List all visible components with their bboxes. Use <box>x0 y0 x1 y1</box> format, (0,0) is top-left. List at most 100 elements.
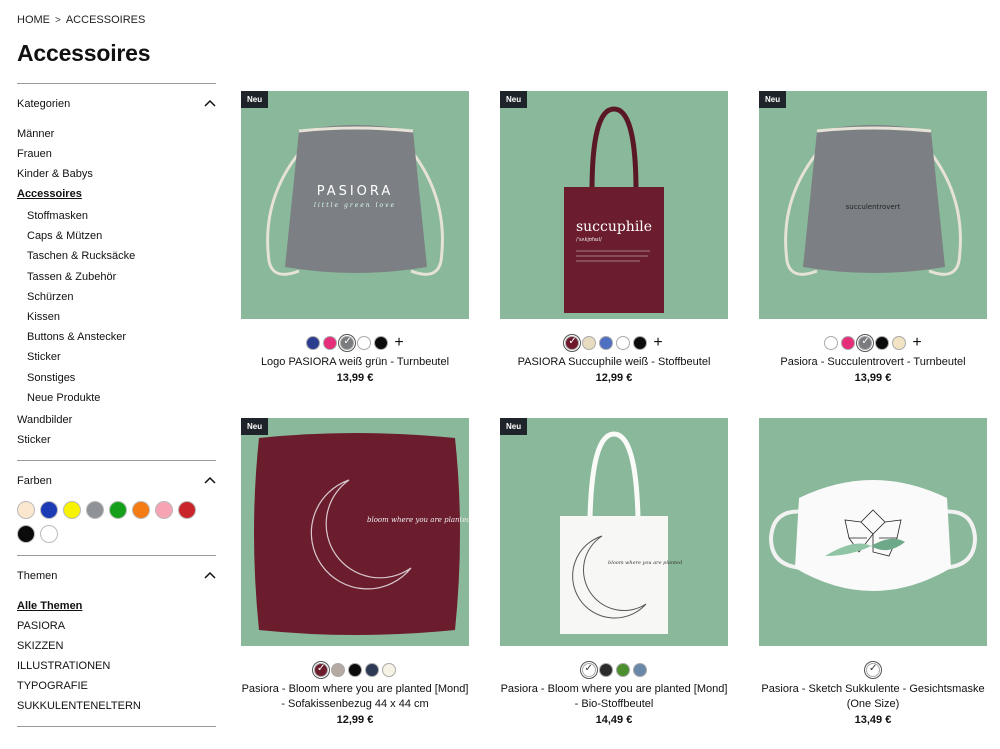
product-image[interactable]: succuphile /ˈsʌkjʊfaɪl/ Neu <box>500 91 728 319</box>
product-card[interactable]: bloom where you are planted Neu Pasiora … <box>241 418 469 726</box>
product-color-option[interactable] <box>599 336 614 350</box>
color-filter-swatch[interactable] <box>155 500 173 519</box>
product-color-option[interactable] <box>824 336 839 350</box>
product-color-option[interactable] <box>616 336 631 350</box>
color-options: + <box>500 333 728 353</box>
subcategory-item[interactable]: Kissen <box>27 307 216 327</box>
product-card[interactable]: succuphile /ˈsʌkjʊfaɪl/ Neu + PASIORA Su… <box>500 91 728 384</box>
product-color-option[interactable] <box>598 663 613 677</box>
color-filter-swatch[interactable] <box>63 500 81 519</box>
category-item[interactable]: Frauen <box>17 144 216 164</box>
color-filter-swatch[interactable] <box>132 500 150 519</box>
subcategory-item[interactable]: Sticker <box>27 347 216 367</box>
theme-item[interactable]: SKIZZEN <box>17 636 216 656</box>
product-color-option[interactable] <box>340 336 355 350</box>
print-title: succulentrovert <box>846 203 901 211</box>
product-name[interactable]: Logo PASIORA weiß grün - Turnbeutel <box>241 355 469 370</box>
subcategory-item[interactable]: Tassen & Zubehör <box>27 267 216 287</box>
theme-item[interactable]: TYPOGRAFIE <box>17 676 216 696</box>
subcategory-item[interactable]: Buttons & Anstecker <box>27 327 216 347</box>
category-item[interactable]: Männer <box>17 124 216 144</box>
color-filter-swatch[interactable] <box>17 500 35 519</box>
product-color-option[interactable] <box>858 336 873 350</box>
product-image[interactable]: succulentrovert Neu <box>759 91 987 319</box>
product-image[interactable]: PASIORA little green love Neu <box>241 91 469 319</box>
product-color-option[interactable] <box>565 336 580 350</box>
color-filter-swatch[interactable] <box>86 500 104 519</box>
kategorien-header[interactable]: Kategorien <box>17 84 216 124</box>
product-color-option[interactable] <box>841 336 856 350</box>
product-color-option[interactable] <box>357 336 372 350</box>
product-card[interactable]: succulentrovert Neu + Pasiora - Succulen… <box>759 91 987 384</box>
category-item-active[interactable]: Accessoires <box>17 184 216 204</box>
subcategory-item[interactable]: Caps & Mützen <box>27 226 216 246</box>
product-card[interactable]: bloom where you are planted Neu Pasiora … <box>500 418 728 726</box>
new-badge: Neu <box>759 91 787 108</box>
print-title: PASIORA <box>317 184 394 199</box>
product-color-option[interactable] <box>382 663 396 677</box>
product-color-option[interactable] <box>331 663 345 677</box>
category-item[interactable]: Wandbilder <box>17 410 216 430</box>
product-color-option[interactable] <box>892 336 907 350</box>
breadcrumb-home[interactable]: HOME <box>17 14 50 26</box>
subcategory-item[interactable]: Schürzen <box>27 287 216 307</box>
subcategory-item[interactable]: Stoffmasken <box>27 206 216 226</box>
product-color-option[interactable] <box>314 663 328 677</box>
product-color-option[interactable] <box>866 663 880 677</box>
subcategory-list: Stoffmasken Caps & Mützen Taschen & Ruck… <box>17 206 216 408</box>
product-card[interactable]: PASIORA little green love Neu + Logo PAS… <box>241 91 469 384</box>
product-color-option[interactable] <box>306 336 321 350</box>
new-badge: Neu <box>500 91 528 108</box>
subcategory-item[interactable]: Taschen & Rucksäcke <box>27 246 216 266</box>
product-color-option[interactable] <box>615 663 630 677</box>
product-color-option[interactable] <box>323 336 338 350</box>
color-filter-swatch[interactable] <box>40 524 58 543</box>
product-color-option[interactable] <box>875 336 890 350</box>
product-name[interactable]: Pasiora - Succulentrovert - Turnbeutel <box>759 355 987 370</box>
product-name[interactable]: Pasiora - Sketch Sukkulente - Gesichtsma… <box>759 682 987 712</box>
more-colors-button[interactable]: + <box>653 335 662 351</box>
face-mask-image <box>768 480 978 591</box>
farben-header[interactable]: Farben <box>17 461 216 501</box>
gym-bag-image: succulentrovert <box>784 125 962 276</box>
breadcrumb-current[interactable]: ACCESSOIRES <box>66 14 145 26</box>
theme-item[interactable]: SUKKULENTENELTERN <box>17 696 216 716</box>
color-swatch-list <box>17 500 217 555</box>
product-color-option[interactable] <box>582 336 597 350</box>
print-title: bloom where you are planted <box>608 560 682 566</box>
product-color-option[interactable] <box>374 336 389 350</box>
tote-bag-image: bloom where you are planted <box>560 431 682 634</box>
product-color-option[interactable] <box>633 336 648 350</box>
color-options: + <box>759 333 987 353</box>
breadcrumb-separator: > <box>55 14 61 26</box>
color-filter-swatch[interactable] <box>17 524 35 543</box>
themen-header[interactable]: Themen <box>17 556 216 596</box>
product-name[interactable]: Pasiora - Bloom where you are planted [M… <box>500 682 728 712</box>
product-color-option[interactable] <box>348 663 362 677</box>
print-subtitle: little green love <box>314 202 396 209</box>
category-item[interactable]: Sticker <box>17 430 216 450</box>
theme-item-active[interactable]: Alle Themen <box>17 596 216 616</box>
product-card[interactable]: Pasiora - Sketch Sukkulente - Gesichtsma… <box>759 418 987 726</box>
product-color-option[interactable] <box>581 663 596 677</box>
product-image[interactable]: bloom where you are planted Neu <box>500 418 728 646</box>
more-colors-button[interactable]: + <box>394 335 403 351</box>
product-image[interactable] <box>759 418 987 646</box>
color-options <box>759 660 987 680</box>
product-color-option[interactable] <box>365 663 379 677</box>
product-price: 13,99 € <box>336 372 374 384</box>
subcategory-item[interactable]: Neue Produkte <box>27 388 216 408</box>
product-name[interactable]: PASIORA Succuphile weiß - Stoffbeutel <box>500 355 728 370</box>
tote-bag-image: succuphile /ˈsʌkjʊfaɪl/ <box>564 106 664 313</box>
more-colors-button[interactable]: + <box>912 335 921 351</box>
product-image[interactable]: bloom where you are planted Neu <box>241 418 469 646</box>
theme-item[interactable]: ILLUSTRATIONEN <box>17 656 216 676</box>
color-filter-swatch[interactable] <box>109 500 127 519</box>
color-filter-swatch[interactable] <box>178 500 196 519</box>
product-color-option[interactable] <box>632 663 647 677</box>
subcategory-item[interactable]: Sonstiges <box>27 368 216 388</box>
product-name[interactable]: Pasiora - Bloom where you are planted [M… <box>241 682 469 712</box>
color-filter-swatch[interactable] <box>40 500 58 519</box>
theme-item[interactable]: PASIORA <box>17 616 216 636</box>
category-item[interactable]: Kinder & Babys <box>17 164 216 184</box>
